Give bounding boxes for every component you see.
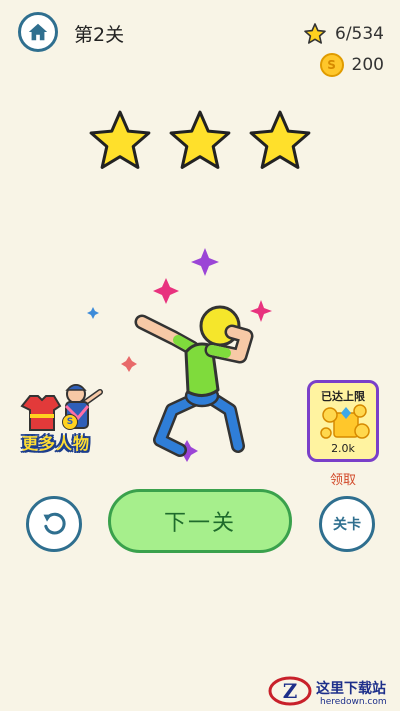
levels-button[interactable]: 关卡 [319,496,375,552]
reward-status: 已达上限 [321,390,365,403]
sparkle [191,248,219,276]
next-level-button[interactable]: 下一关 [108,489,292,553]
coin-balance-text: 200 [351,55,384,75]
sparkle [121,356,137,372]
watermark-url: heredown.com [320,697,387,707]
claim-button[interactable]: 领取 [307,469,379,488]
more-characters-label[interactable]: 更多人物 [22,430,90,454]
home-icon [28,23,48,41]
watermark-text: 这里下载站 [316,681,386,697]
coin-icon: S [319,53,344,77]
sparkle [250,300,272,322]
coin-balance: S 200 [319,53,384,77]
watermark-logo: Z [268,676,312,706]
badge-letter: S [62,414,78,430]
level-star-1 [89,110,151,169]
more-characters-button[interactable]: S [16,378,106,438]
characters-preview-icon [20,384,103,431]
sparkle [87,307,99,319]
star-progress: 6/534 [303,22,384,46]
next-level-label: 下一关 [163,511,236,536]
reward-value: 2.0k [331,442,355,455]
sparkle [153,278,179,304]
restart-icon [43,512,66,535]
svg-text:Z: Z [283,679,298,703]
level-title: 第2关 [74,24,125,46]
dabbing-character [87,248,272,462]
star-icon [304,23,326,44]
coin-stack-icon [320,404,370,439]
restart-button[interactable] [26,496,82,552]
coin-reward-card[interactable]: 已达上限 2.0k [307,380,379,462]
level-star-3 [249,110,311,169]
star-progress-text: 6/534 [335,24,384,44]
home-button[interactable] [18,12,58,52]
levels-label: 关卡 [333,517,361,533]
level-star-2 [169,110,231,169]
